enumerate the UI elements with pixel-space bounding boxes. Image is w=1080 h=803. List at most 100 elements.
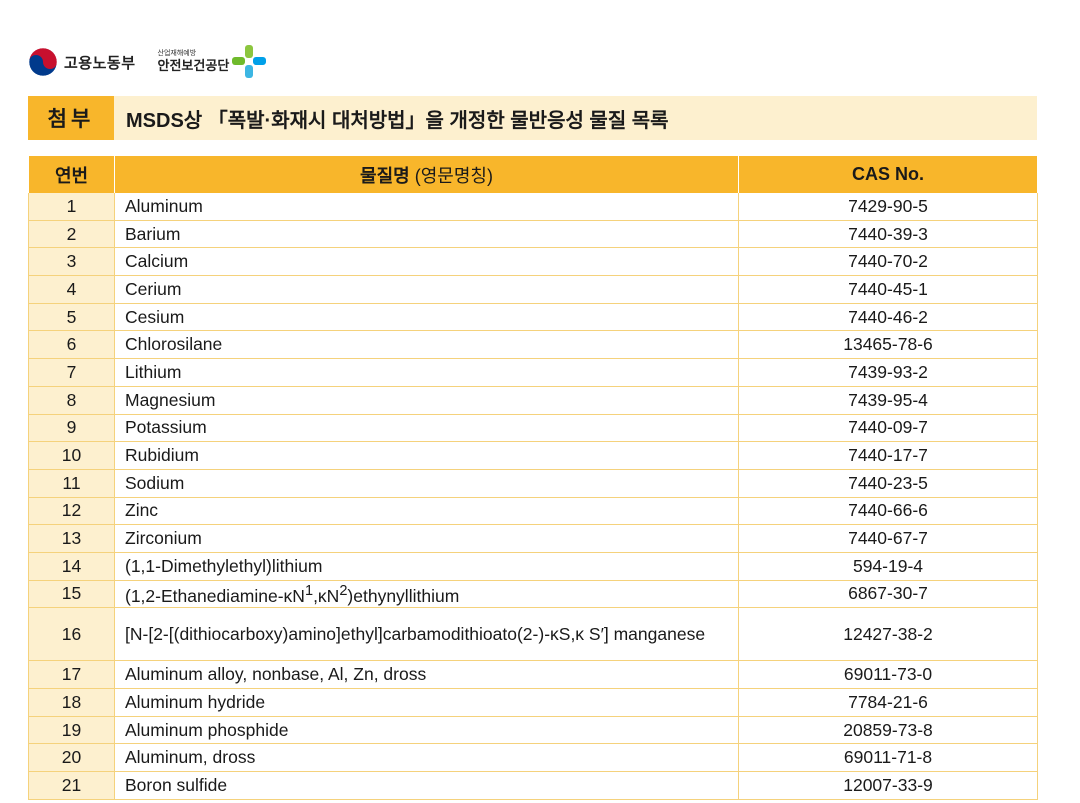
row-number: 21 — [28, 771, 115, 800]
header-name-bold: 물질명 — [360, 165, 410, 186]
table-row: 9 Potassium 7440-09-7 — [28, 414, 1038, 443]
header-no: 연번 — [28, 156, 115, 193]
row-number: 15 — [28, 580, 115, 609]
kosha-name: 안전보건공단 — [157, 58, 230, 73]
table-row: 17 Aluminum alloy, nonbase, Al, Zn, dross… — [28, 660, 1038, 689]
row-number: 11 — [28, 469, 115, 498]
table-row: 19 Aluminum phosphide 20859-73-8 — [28, 716, 1038, 745]
cas-number: 594-19-4 — [738, 552, 1038, 581]
table-body: 1 Aluminum 7429-90-5 2 Barium 7440-39-3 3 Calci… — [28, 193, 1038, 800]
table-row: 21 Boron sulfide 12007-33-9 — [28, 771, 1038, 800]
substance-name: Aluminum, dross — [114, 743, 739, 773]
cas-number: 7440-66-6 — [738, 497, 1038, 526]
substance-name: Calcium — [114, 247, 739, 277]
row-number: 4 — [28, 275, 115, 304]
table-row: 5 Cesium 7440-46-2 — [28, 303, 1038, 332]
row-number: 5 — [28, 303, 115, 332]
attachment-tag: 첨부 — [28, 96, 114, 140]
cas-number: 7440-70-2 — [738, 247, 1038, 277]
row-number: 2 — [28, 220, 115, 249]
row-number: 6 — [28, 330, 115, 360]
cas-number: 12007-33-9 — [738, 771, 1038, 800]
table-row: 2 Barium 7440-39-3 — [28, 220, 1038, 249]
substance-name: Rubidium — [114, 441, 739, 470]
table-row: 8 Magnesium 7439-95-4 — [28, 386, 1038, 415]
substance-name: Cesium — [114, 303, 739, 332]
substance-name: Zinc — [114, 497, 739, 526]
row-number: 7 — [28, 358, 115, 387]
cas-number: 6867-30-7 — [738, 580, 1038, 609]
substance-name: Aluminum phosphide — [114, 716, 739, 745]
cas-number: 7439-93-2 — [738, 358, 1038, 387]
row-number: 16 — [28, 607, 115, 662]
page-title: MSDS상 「폭발·화재시 대처방법」을 개정한 물반응성 물질 목록 — [126, 109, 669, 132]
table-header-row: 연번 물질명 (영문명칭) CAS No. — [28, 156, 1038, 193]
header-name-rest: (영문명칭) — [409, 165, 493, 186]
row-number: 10 — [28, 441, 115, 470]
table-row: 14 (1,1-Dimethylethyl)lithium 594-19-4 — [28, 552, 1038, 581]
cas-number: 69011-73-0 — [738, 660, 1038, 689]
table-row: 7 Lithium 7439-93-2 — [28, 358, 1038, 387]
substance-name: (1,1-Dimethylethyl)lithium — [114, 552, 739, 581]
moel-logo: 고용노동부 — [28, 47, 136, 77]
cas-number: 7440-09-7 — [738, 414, 1038, 443]
substance-name: Sodium — [114, 469, 739, 498]
table-row: 3 Calcium 7440-70-2 — [28, 247, 1038, 277]
kosha-logo: 산업재해예방 안전보건공단 — [158, 45, 267, 79]
title-bar: 첨부 MSDS상 「폭발·화재시 대처방법」을 개정한 물반응성 물질 목록 — [28, 96, 1037, 140]
cas-number: 7440-67-7 — [738, 524, 1038, 553]
table-row: 15 (1,2-Ethanediamine-κN1,κN2)ethynyllith… — [28, 580, 1038, 609]
cas-number: 7429-90-5 — [738, 193, 1038, 221]
row-number: 3 — [28, 247, 115, 277]
header-logos: 고용노동부 산업재해예방 안전보건공단 — [28, 42, 267, 82]
kosha-subtitle: 산업재해예방 — [157, 50, 197, 57]
row-number: 9 — [28, 414, 115, 443]
cas-number: 7440-17-7 — [738, 441, 1038, 470]
table-row: 16 [N-[2-[(dithiocarboxy)amino]ethyl]carb… — [28, 607, 1038, 662]
table-row: 10 Rubidium 7440-17-7 — [28, 441, 1038, 470]
substance-name: Aluminum alloy, nonbase, Al, Zn, dross — [114, 660, 739, 689]
cas-number: 7784-21-6 — [738, 688, 1038, 717]
substance-name: Boron sulfide — [114, 771, 739, 800]
cas-number: 7440-39-3 — [738, 220, 1038, 249]
row-number: 12 — [28, 497, 115, 526]
table-row: 13 Zirconium 7440-67-7 — [28, 524, 1038, 553]
cas-number: 7440-45-1 — [738, 275, 1038, 304]
substance-name: Aluminum — [114, 193, 739, 221]
taegeuk-icon — [28, 47, 58, 77]
kosha-cross-icon — [232, 45, 267, 78]
cas-number: 7440-23-5 — [738, 469, 1038, 498]
substance-name: Magnesium — [114, 386, 739, 415]
cas-number: 20859-73-8 — [738, 716, 1038, 745]
substance-name: (1,2-Ethanediamine-κN1,κN2)ethynyllithiu… — [114, 580, 739, 609]
moel-name: 고용노동부 — [64, 54, 136, 72]
substance-name: Chlorosilane — [114, 330, 739, 360]
table-row: 4 Cerium 7440-45-1 — [28, 275, 1038, 304]
substance-name: Potassium — [114, 414, 739, 443]
row-number: 17 — [28, 660, 115, 689]
substance-name: Zirconium — [114, 524, 739, 553]
row-number: 1 — [28, 193, 115, 221]
cas-number: 7440-46-2 — [738, 303, 1038, 332]
substance-name: Lithium — [114, 358, 739, 387]
substance-name: [N-[2-[(dithiocarboxy)amino]ethyl]carbam… — [114, 607, 739, 662]
table-row: 6 Chlorosilane 13465-78-6 — [28, 330, 1038, 360]
materials-table: 연번 물질명 (영문명칭) CAS No. 1 Aluminum 7429-90-5… — [28, 156, 1038, 800]
cas-number: 13465-78-6 — [738, 330, 1038, 360]
row-number: 18 — [28, 688, 115, 717]
substance-name: Barium — [114, 220, 739, 249]
row-number: 14 — [28, 552, 115, 581]
row-number: 13 — [28, 524, 115, 553]
row-number: 8 — [28, 386, 115, 415]
table-row: 18 Aluminum hydride 7784-21-6 — [28, 688, 1038, 717]
header-name: 물질명 (영문명칭) — [114, 156, 739, 193]
cas-number: 7439-95-4 — [738, 386, 1038, 415]
row-number: 19 — [28, 716, 115, 745]
cas-number: 69011-71-8 — [738, 743, 1038, 773]
substance-name: Cerium — [114, 275, 739, 304]
table-row: 11 Sodium 7440-23-5 — [28, 469, 1038, 498]
table-row: 1 Aluminum 7429-90-5 — [28, 193, 1038, 221]
row-number: 20 — [28, 743, 115, 773]
cas-number: 12427-38-2 — [738, 607, 1038, 662]
table-row: 20 Aluminum, dross 69011-71-8 — [28, 743, 1038, 773]
